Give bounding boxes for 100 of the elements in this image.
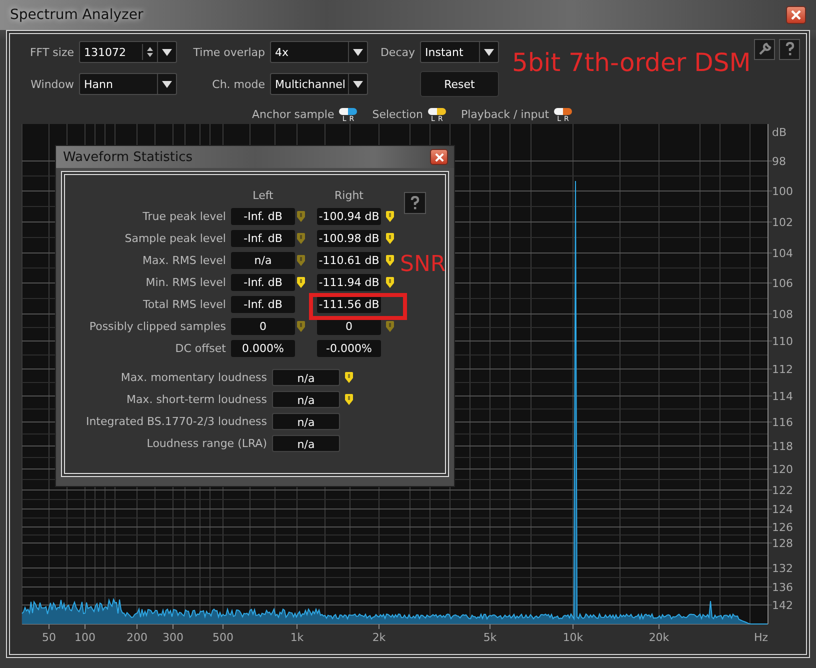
value-field: n/a	[272, 413, 340, 430]
axis-tick-label: 500	[212, 631, 234, 644]
axis-tick-label: 136	[772, 581, 793, 594]
dialog-title: Waveform Statistics	[63, 150, 193, 164]
marker-pin-icon[interactable]	[386, 321, 394, 332]
axis-unit-label: dB	[772, 126, 787, 139]
value-field: n/a	[272, 435, 340, 452]
statistic-label: Max. momentary loudness	[120, 371, 268, 384]
close-button[interactable]	[786, 6, 806, 24]
value-field: -Inf. dB	[231, 208, 295, 225]
dropdown[interactable]: Hann	[79, 73, 177, 95]
value-field: -111.94 dB	[317, 274, 381, 291]
column-header: Right	[334, 189, 364, 203]
marker-pin-icon[interactable]	[386, 211, 394, 222]
value-field: 0	[231, 318, 295, 335]
value-field: -Inf. dB	[231, 230, 295, 247]
statistic-label: Min. RMS level	[144, 276, 227, 289]
value-field: -100.94 dB	[317, 208, 381, 225]
legend-label: Playback / input	[460, 108, 550, 120]
marker-pin-icon[interactable]	[386, 277, 394, 288]
marker-pin-icon[interactable]	[345, 394, 353, 405]
marker-pin-icon[interactable]	[297, 321, 305, 332]
axis-tick-label: 104	[772, 247, 793, 260]
value-field: -Inf. dB	[231, 274, 295, 291]
statistic-label: Max. short-term loudness	[125, 393, 268, 406]
dropdown[interactable]: 4x	[270, 41, 368, 63]
help-icon	[784, 42, 794, 56]
axis-tick-label: 98	[772, 155, 786, 168]
axis-tick-label: 110	[772, 335, 793, 348]
dropdown[interactable]: 131072	[79, 41, 177, 63]
marker-pin-icon[interactable]	[297, 277, 305, 288]
statistic-label: Integrated BS.1770-2/3 loudness	[84, 415, 268, 428]
axis-tick-label: 108	[772, 308, 793, 321]
statistic-label: True peak level	[142, 210, 227, 223]
field-label: Decay	[379, 46, 415, 58]
legend-label: Anchor sample	[252, 108, 334, 120]
dropdown[interactable]: Instant	[420, 41, 499, 63]
settings-button[interactable]	[754, 38, 775, 60]
statistic-label: DC offset	[174, 342, 227, 355]
legend-label: Selection	[372, 108, 423, 120]
axis-tick-label: 132	[772, 562, 793, 575]
field-label: Ch. mode	[211, 78, 265, 90]
value-field: n/a	[272, 391, 340, 408]
statistic-label: Max. RMS level	[141, 254, 227, 267]
axis-tick-label: 126	[772, 521, 793, 534]
axis-tick-label: 120	[772, 463, 793, 476]
wrench-icon	[758, 42, 772, 56]
marker-pin-icon[interactable]	[386, 255, 394, 266]
axis-tick-label: 1k	[290, 631, 304, 644]
close-icon	[434, 152, 444, 162]
marker-pin-icon[interactable]	[297, 233, 305, 244]
value-field: 0.000%	[231, 340, 295, 357]
axis-tick-label: 118	[772, 440, 793, 453]
axis-tick-label: 114	[772, 390, 793, 403]
axis-tick-label: 100	[74, 631, 96, 644]
help-button[interactable]	[404, 192, 426, 214]
marker-pin-icon[interactable]	[297, 255, 305, 266]
axis-tick-label: 116	[772, 416, 793, 429]
value-field: -0.000%	[317, 340, 381, 357]
axis-tick-label: 142	[772, 599, 793, 612]
annotation-text: 5bit 7th-order DSM	[512, 48, 751, 77]
value-field: n/a	[231, 252, 295, 269]
help-button[interactable]	[779, 38, 800, 60]
value-field: -111.56 dB	[317, 296, 381, 313]
value-field: -110.61 dB	[317, 252, 381, 269]
field-label: Window	[30, 78, 74, 90]
reset-button[interactable]: Reset	[420, 71, 499, 97]
field-label: Time overlap	[192, 46, 265, 58]
axis-unit-label: Hz	[754, 631, 768, 644]
axis-tick-label: 200	[126, 631, 148, 644]
channel-color-icon	[339, 108, 358, 114]
channel-color-icon	[428, 108, 446, 114]
annotation-text: SNR	[400, 252, 446, 277]
marker-pin-icon[interactable]	[386, 233, 394, 244]
statistic-label: Total RMS level	[142, 298, 227, 311]
column-header: Left	[252, 189, 274, 203]
marker-pin-icon[interactable]	[345, 372, 353, 383]
axis-tick-label: 10k	[562, 631, 584, 644]
value-field: -Inf. dB	[231, 296, 295, 313]
axis-tick-label: 20k	[648, 631, 670, 644]
axis-tick-label: 300	[162, 631, 184, 644]
axis-tick-label: 112	[772, 363, 793, 376]
axis-tick-label: 122	[772, 484, 793, 497]
value-field: n/a	[272, 369, 340, 386]
field-label: FFT size	[28, 46, 74, 58]
axis-tick-label: 100	[772, 185, 793, 198]
dropdown[interactable]: Multichannel	[270, 73, 368, 95]
axis-tick-label: 128	[772, 537, 793, 550]
axis-tick-label: 50	[42, 631, 56, 644]
help-icon	[410, 196, 420, 210]
marker-pin-icon[interactable]	[297, 211, 305, 222]
axis-tick-label: 102	[772, 216, 793, 229]
axis-tick-label: 106	[772, 277, 793, 290]
statistic-label: Sample peak level	[124, 232, 227, 245]
statistic-label: Loudness range (LRA)	[146, 437, 268, 450]
axis-tick-label: 124	[772, 503, 793, 516]
statistic-label: Possibly clipped samples	[88, 320, 227, 333]
value-field: -100.98 dB	[317, 230, 381, 247]
close-icon	[791, 10, 801, 20]
close-button[interactable]	[430, 149, 448, 165]
